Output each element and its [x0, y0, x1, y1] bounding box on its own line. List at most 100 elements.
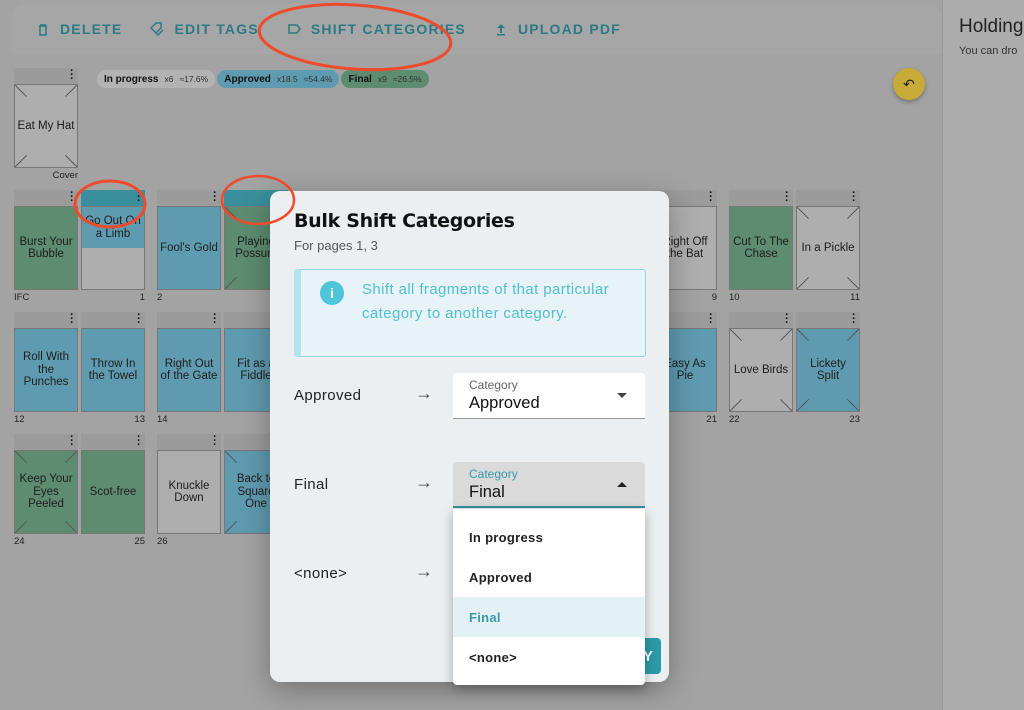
page-card[interactable]: · · · Throw In the Towel 13	[81, 310, 145, 426]
category-select-final[interactable]: Category Final	[453, 462, 645, 508]
more-vert-icon[interactable]: ···	[70, 66, 74, 85]
page-number: 23	[849, 414, 860, 425]
page-card-header[interactable]: ···	[157, 310, 221, 329]
page-card-header[interactable]: ···	[729, 310, 793, 329]
more-vert-icon[interactable]: ···	[70, 188, 74, 207]
more-vert-icon[interactable]: ···	[785, 188, 789, 207]
more-vert-icon[interactable]: ···	[709, 188, 713, 207]
page-thumbnail[interactable]: Keep Your Eyes Peeled	[14, 450, 78, 534]
toolbar-label: UPLOAD PDF	[517, 21, 621, 37]
toolbar-label: SHIFT CATEGORIES	[310, 21, 466, 37]
category-dropdown-menu: In progress Approved Final <none>	[453, 509, 645, 685]
page-card[interactable]: · · · Keep Your Eyes Peeled 24	[14, 432, 78, 548]
page-card-header[interactable]: ···	[729, 188, 793, 207]
category-stats: In progress x6 ≈17.6% Approved x18.5 ≈54.4% Fi…	[97, 70, 429, 88]
page-card-header[interactable]: ···	[14, 66, 78, 85]
page-card[interactable]: · · · Cut To The Chase 10	[729, 188, 793, 304]
label-icon	[288, 24, 301, 34]
category-stat-chip: In progress x6 ≈17.6%	[97, 70, 216, 88]
page-card-header[interactable]: ···	[796, 188, 860, 207]
page-title: Throw In the Towel	[88, 357, 138, 383]
page-thumbnail[interactable]: Knuckle Down	[157, 450, 221, 534]
page-card-header[interactable]: ···	[81, 432, 145, 451]
page-card[interactable]: · · · Fool's Gold 2	[157, 188, 221, 304]
holding-panel: Holding You can dro	[942, 0, 1024, 710]
info-text: Shift all fragments of that particular c…	[362, 281, 609, 322]
page-card-header[interactable]: ···	[157, 188, 221, 207]
more-vert-icon[interactable]: ···	[213, 188, 217, 207]
from-category-approved: Approved	[294, 387, 362, 404]
page-thumbnail[interactable]: Throw In the Towel	[81, 328, 145, 412]
more-vert-icon[interactable]: ···	[137, 310, 141, 329]
more-vert-icon[interactable]: ···	[213, 432, 217, 451]
menu-item-none[interactable]: <none>	[453, 637, 645, 677]
menu-item-approved[interactable]: Approved	[453, 557, 645, 597]
page-card[interactable]: · · · Go Out On a Limb 1	[81, 188, 145, 304]
page-number: Cover	[52, 170, 78, 181]
upload-icon	[496, 24, 505, 36]
page-thumbnail[interactable]: Roll With the Punches	[14, 328, 78, 412]
more-vert-icon[interactable]: ···	[852, 188, 856, 207]
more-vert-icon[interactable]: ···	[70, 432, 74, 451]
menu-item-final[interactable]: Final	[453, 597, 645, 637]
page-card[interactable]: · · · Burst Your Bubble IFC	[14, 188, 78, 304]
page-thumbnail[interactable]: Lickety Split	[796, 328, 860, 412]
page-number: 10	[729, 292, 740, 303]
category-select-approved[interactable]: Category Approved	[453, 373, 645, 419]
page-card-header[interactable]: ···	[14, 432, 78, 451]
info-alert: i Shift all fragments of that particular…	[294, 269, 646, 357]
more-vert-icon[interactable]: ···	[137, 188, 141, 207]
stat-name: In progress	[104, 73, 159, 85]
more-vert-icon[interactable]: ···	[213, 310, 217, 329]
more-vert-icon[interactable]: ···	[137, 432, 141, 451]
page-number: 12	[14, 414, 25, 425]
page-number: 13	[134, 414, 145, 425]
page-thumbnail[interactable]: Fool's Gold	[157, 206, 221, 290]
stat-percent: ≈17.6%	[179, 74, 209, 84]
more-vert-icon[interactable]: ···	[70, 310, 74, 329]
page-card-header[interactable]: ···	[14, 188, 78, 207]
page-card-header[interactable]: ···	[81, 188, 145, 207]
toolbar-upload-pdf-button[interactable]: UPLOAD PDF	[494, 21, 621, 37]
page-card-header[interactable]: ···	[81, 310, 145, 329]
page-thumbnail[interactable]: Go Out On a Limb	[81, 206, 145, 290]
page-card[interactable]: · · · Love Birds 22	[729, 310, 793, 426]
undo-button[interactable]: ↶	[893, 68, 925, 100]
toolbar-edit-tags-button[interactable]: EDIT TAGS	[150, 21, 258, 37]
from-category-final: Final	[294, 476, 329, 493]
stat-percent: ≈54.4%	[303, 74, 333, 84]
menu-item-in-progress[interactable]: In progress	[453, 517, 645, 557]
toolbar-delete-button[interactable]: DELETE	[36, 21, 122, 37]
page-thumbnail[interactable]: In a Pickle	[796, 206, 860, 290]
page-card-header[interactable]: ···	[14, 310, 78, 329]
page-number: 24	[14, 536, 25, 547]
page-title: Keep Your Eyes Peeled	[19, 473, 73, 511]
page-thumbnail[interactable]: Love Birds	[729, 328, 793, 412]
page-thumbnail[interactable]: Right Out of the Gate	[157, 328, 221, 412]
page-card[interactable]: · · · In a Pickle 11	[796, 188, 860, 304]
toolbar-label: DELETE	[60, 21, 123, 37]
page-card[interactable]: · · · Scot-free 25	[81, 432, 145, 548]
page-title: In a Pickle	[801, 241, 855, 254]
page-thumbnail[interactable]: Cut To The Chase	[729, 206, 793, 290]
page-card[interactable]: · · · Right Out of the Gate 14	[157, 310, 221, 426]
more-vert-icon[interactable]: ···	[785, 310, 789, 329]
page-thumbnail[interactable]: Eat My Hat	[14, 84, 78, 168]
page-title: Burst Your Bubble	[19, 235, 73, 261]
page-card[interactable]: · · · Knuckle Down 26	[157, 432, 221, 548]
toolbar: DELETE EDIT TAGS SHIFT CATEGORIES UPLOAD PD…	[12, 4, 942, 54]
page-thumbnail[interactable]: Scot-free	[81, 450, 145, 534]
stat-count: x6	[164, 74, 174, 84]
more-vert-icon[interactable]: ···	[709, 310, 713, 329]
page-card-header[interactable]: ···	[157, 432, 221, 451]
page-title: Knuckle Down	[168, 479, 210, 505]
toolbar-shift-categories-button[interactable]: SHIFT CATEGORIES	[287, 21, 466, 37]
page-thumbnail[interactable]: Burst Your Bubble	[14, 206, 78, 290]
page-card[interactable]: · · · Lickety Split 23	[796, 310, 860, 426]
more-vert-icon[interactable]: ···	[852, 310, 856, 329]
page-title: Go Out On a Limb	[85, 215, 141, 240]
page-title: Lickety Split	[810, 357, 846, 383]
page-card-header[interactable]: ···	[796, 310, 860, 329]
page-card[interactable]: · · · Eat My Hat Cover	[14, 66, 78, 182]
page-card[interactable]: · · · Roll With the Punches 12	[14, 310, 78, 426]
